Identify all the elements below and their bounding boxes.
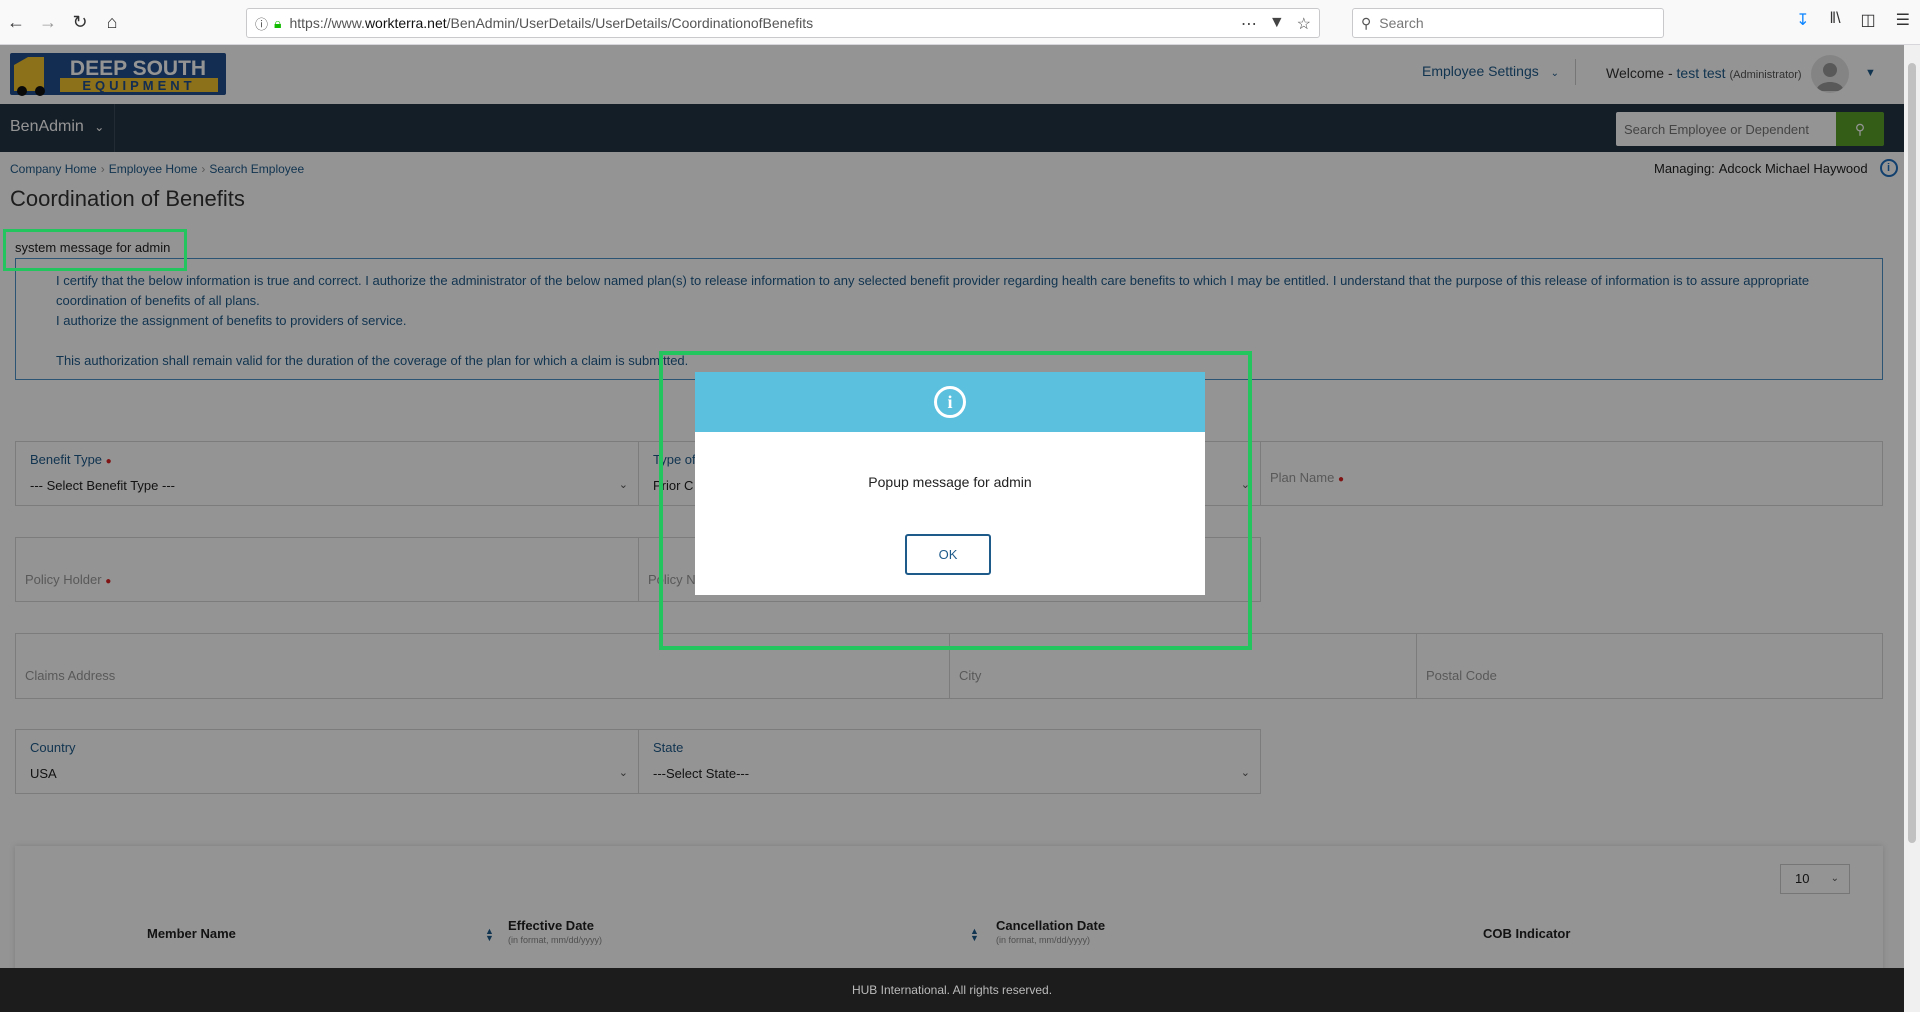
scrollbar-thumb[interactable]: [1908, 63, 1916, 843]
home-icon[interactable]: ⌂: [98, 8, 126, 36]
sidebar-icon[interactable]: ◫: [1861, 10, 1876, 30]
site-info-icon[interactable]: ⓘ: [255, 14, 268, 33]
page-footer: HUB International. All rights reserved.: [0, 968, 1904, 1012]
download-icon[interactable]: ↧: [1796, 10, 1809, 30]
lock-icon: 🔒︎: [274, 14, 282, 31]
reload-icon[interactable]: ↻: [66, 8, 94, 36]
pocket-icon[interactable]: ▼: [1269, 14, 1285, 34]
forward-icon[interactable]: →: [34, 8, 62, 36]
highlight-box-popup: [659, 351, 1252, 650]
search-icon: ⚲: [1361, 14, 1372, 31]
browser-search-input[interactable]: ⚲ Search: [1352, 8, 1664, 38]
highlight-box-system-message: [3, 229, 187, 271]
url-bar[interactable]: ⓘ 🔒︎ https://www.workterra.net/BenAdmin/…: [246, 8, 1320, 38]
url-text: https://www.workterra.net/BenAdmin/UserD…: [289, 15, 814, 31]
page-scrollbar[interactable]: [1904, 45, 1920, 1012]
menu-icon[interactable]: ☰: [1896, 10, 1910, 30]
bookmark-star-icon[interactable]: ☆: [1297, 14, 1311, 34]
back-icon[interactable]: ←: [2, 8, 30, 36]
library-icon[interactable]: ‖\: [1829, 10, 1840, 30]
browser-toolbar: ← → ↻ ⌂ ⓘ 🔒︎ https://www.workterra.net/B…: [0, 0, 1920, 45]
page-actions-icon[interactable]: ⋯: [1241, 14, 1257, 34]
